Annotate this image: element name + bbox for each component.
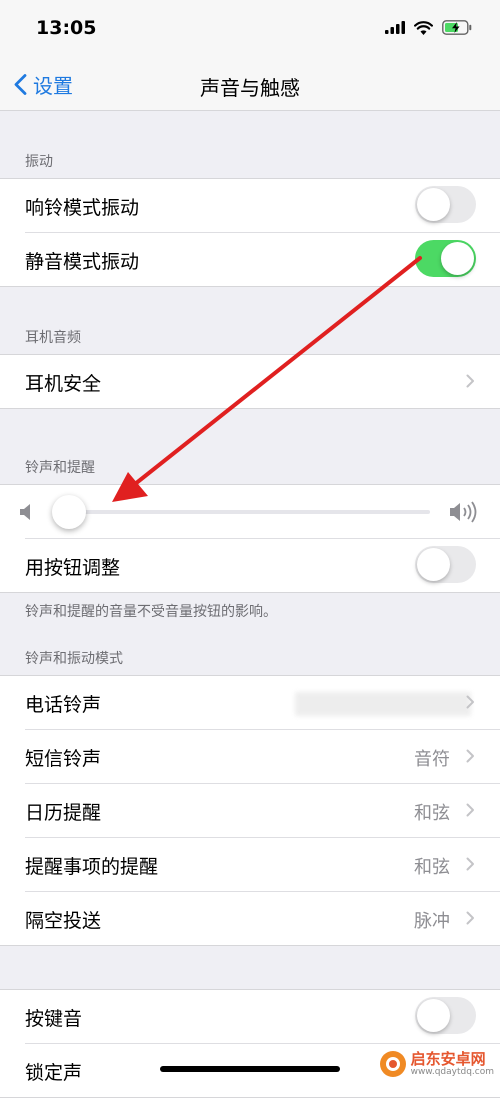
row-airdrop[interactable]: 隔空投送 脉冲 (25, 892, 500, 945)
group-patterns: 电话铃声 短信铃声 音符 日历提醒 和弦 提醒事项的提醒 和弦 隔空投送 脉冲 (0, 675, 500, 946)
row-label: 耳机安全 (25, 373, 102, 395)
section-header-ringer: 铃声和提醒 (25, 460, 95, 476)
watermark-name: 启东安卓网 (410, 1049, 486, 1068)
watermark-logo-icon (379, 1051, 406, 1077)
wifi-icon (414, 20, 433, 35)
group-vibration: 响铃模式振动 静音模式振动 (0, 178, 500, 287)
group-ringer: 用按钮调整 (0, 484, 500, 593)
chevron-right-icon (466, 749, 474, 763)
toggle-knob (417, 188, 450, 221)
row-label: 用按钮调整 (25, 557, 121, 579)
row-label: 响铃模式振动 (25, 197, 140, 219)
blurred-value (295, 692, 471, 716)
row-label: 锁定声 (25, 1062, 83, 1084)
chevron-right-icon (466, 803, 474, 817)
group-headphone: 耳机安全 (0, 354, 500, 409)
navigation-bar: 设置 声音与触感 (0, 60, 500, 111)
home-indicator (160, 1066, 340, 1072)
ring-vibrate-toggle[interactable] (415, 186, 476, 223)
chevron-right-icon (466, 911, 474, 925)
toggle-knob (417, 999, 450, 1032)
battery-charging-icon (442, 20, 472, 35)
row-change-with-buttons[interactable]: 用按钮调整 (25, 538, 500, 592)
ringer-volume-slider[interactable] (0, 485, 500, 538)
row-label: 短信铃声 (25, 748, 102, 770)
row-ring-vibrate[interactable]: 响铃模式振动 (25, 179, 500, 233)
row-value: 和弦 (414, 857, 450, 878)
keyboard-clicks-toggle[interactable] (415, 997, 476, 1034)
row-keyboard-clicks[interactable]: 按键音 (25, 990, 500, 1044)
slider-track (68, 510, 430, 514)
row-silent-vibrate[interactable]: 静音模式振动 (25, 233, 500, 286)
row-calendar-alerts[interactable]: 日历提醒 和弦 (25, 784, 500, 838)
speaker-high-icon (450, 501, 477, 523)
slider-thumb[interactable] (52, 495, 86, 529)
row-ringtone[interactable]: 电话铃声 (25, 676, 500, 730)
row-reminder-alerts[interactable]: 提醒事项的提醒 和弦 (25, 838, 500, 892)
row-value: 和弦 (414, 803, 450, 824)
speaker-low-icon (20, 504, 30, 520)
watermark: 启东安卓网 www.qdaytdq.com (379, 1050, 494, 1078)
toggle-knob (417, 548, 450, 581)
status-time: 13:05 (36, 17, 97, 39)
status-bar: 13:05 (0, 0, 500, 60)
section-header-patterns: 铃声和振动模式 (25, 651, 123, 667)
cellular-signal-icon (385, 21, 405, 34)
row-value: 音符 (414, 749, 450, 770)
chevron-right-icon (466, 857, 474, 871)
section-header-headphone: 耳机音频 (25, 330, 81, 346)
chevron-right-icon (466, 695, 474, 709)
change-with-buttons-toggle[interactable] (415, 546, 476, 583)
row-text-tone[interactable]: 短信铃声 音符 (25, 730, 500, 784)
row-label: 电话铃声 (25, 694, 102, 716)
watermark-url: www.qdaytdq.com (410, 1066, 494, 1077)
toggle-knob (441, 242, 474, 275)
row-label: 提醒事项的提醒 (25, 856, 159, 878)
row-value: 脉冲 (414, 911, 450, 932)
row-headphone-safety[interactable]: 耳机安全 (25, 355, 500, 408)
ringer-footer-note: 铃声和提醒的音量不受音量按钮的影响。 (25, 604, 277, 620)
row-label: 日历提醒 (25, 802, 102, 824)
row-label: 按键音 (25, 1008, 83, 1030)
row-label: 隔空投送 (25, 910, 102, 932)
page-title: 声音与触感 (200, 76, 300, 100)
section-header-vibration: 振动 (25, 154, 53, 170)
chevron-right-icon (466, 374, 474, 388)
silent-vibrate-toggle[interactable] (415, 240, 476, 277)
row-label: 静音模式振动 (25, 251, 140, 273)
